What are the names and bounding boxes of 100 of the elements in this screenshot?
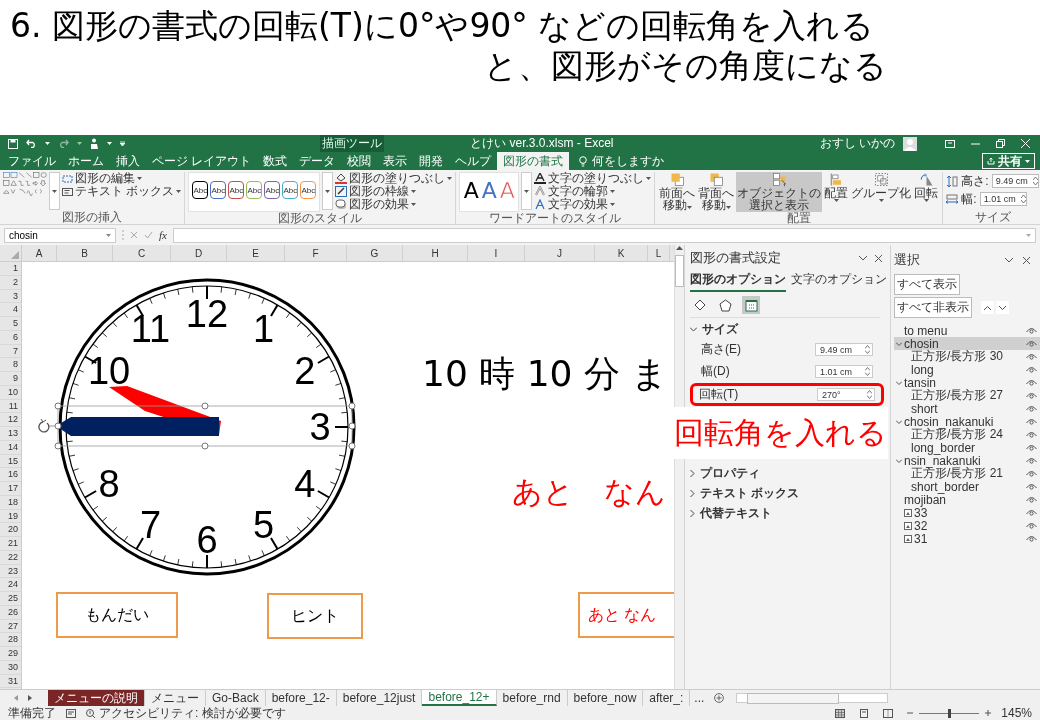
eye-icon[interactable] [1026,418,1037,425]
column-header[interactable]: E [227,245,285,261]
ribbon-command[interactable]: 図形の枠線 [335,185,453,198]
wordart-preset[interactable]: A [481,173,498,211]
normal-view-icon[interactable] [835,708,846,718]
lightbulb-icon[interactable] [579,155,588,167]
object-list-item[interactable]: chosin [894,337,1040,350]
macro-record-icon[interactable] [66,708,76,718]
eye-icon[interactable] [1026,509,1037,516]
check-icon[interactable] [144,231,153,239]
spinner-icon[interactable] [867,390,872,399]
touch-mode-icon[interactable] [90,138,99,149]
ribbon-tab[interactable]: ヘルプ [449,152,498,170]
row-header[interactable]: 1 [0,262,21,276]
ribbon-button[interactable]: グループ化 [850,172,913,212]
spinner-icon[interactable] [1020,194,1026,204]
row-header[interactable]: 23 [0,564,21,579]
column-header[interactable]: C [113,245,171,261]
accessibility-status[interactable]: アクセシビリティ: 検討が必要です [86,704,286,720]
row-header[interactable]: 15 [0,454,21,469]
question-button[interactable]: もんだい [56,592,178,638]
row-header[interactable]: 9 [0,372,21,386]
column-header[interactable]: G [347,245,403,261]
section-header[interactable]: プロパティ [690,465,890,482]
object-list-item[interactable]: mojiban [894,493,1040,506]
eye-icon[interactable] [1026,353,1037,360]
eye-icon[interactable] [1026,327,1037,334]
ribbon-tab[interactable]: データ [293,152,342,170]
restore-icon[interactable] [996,139,1005,148]
eye-icon[interactable] [1026,431,1037,438]
collapsed-chevron-icon[interactable] [690,510,695,517]
scrollbar-thumb[interactable] [675,255,684,287]
hint-button[interactable]: ヒント [267,593,363,639]
ribbon-display-icon[interactable] [945,139,955,148]
cancel-icon[interactable] [130,231,138,239]
page-break-icon[interactable] [883,708,894,718]
row-header[interactable]: 22 [0,550,21,565]
eye-icon[interactable] [1026,470,1037,477]
column-header[interactable]: H [403,245,468,261]
row-header[interactable]: 6 [0,330,21,345]
ribbon-button[interactable]: オブジェクトの 選択と表示 [736,172,823,212]
shape-style-preset[interactable]: Abc [246,181,263,199]
ribbon-tab[interactable]: 表示 [377,152,414,170]
spin-field[interactable]: 9.49 cm [815,343,873,356]
object-list-item[interactable]: 正方形/長方形 30 [894,350,1040,363]
object-list-item[interactable]: 32 [894,519,1040,532]
column-header[interactable]: I [468,245,525,261]
expanded-chevron-icon[interactable] [896,341,902,346]
eye-icon[interactable] [1026,522,1037,529]
ribbon-command[interactable]: 図形の効果 [335,198,453,211]
pane-options-icon[interactable] [1005,257,1013,263]
ribbon-tab[interactable]: 数式 [257,152,294,170]
expanded-chevron-icon[interactable] [690,327,697,332]
row-header[interactable]: 20 [0,523,21,537]
pane-button[interactable]: すべて表示 [894,274,960,295]
object-list-item[interactable]: short [894,402,1040,415]
shape-style-preset[interactable]: Abc [264,181,281,199]
object-list-item[interactable]: 33 [894,506,1040,519]
next-sheet-icon[interactable] [28,695,32,701]
eye-icon[interactable] [1026,340,1037,347]
spin-field[interactable]: 1.01 cm [815,365,873,378]
row-header[interactable]: 14 [0,440,21,455]
close-icon[interactable] [875,254,882,262]
object-list-item[interactable]: 正方形/長方形 24 [894,428,1040,441]
spinner-icon[interactable] [1032,176,1038,186]
object-list-item[interactable]: tansin [894,376,1040,389]
row-header[interactable]: 10 [0,385,21,400]
ribbon-command[interactable]: 文字の輪郭 [534,185,652,198]
ribbon-button[interactable]: 背面へ 移動 [697,172,736,212]
ribbon-button[interactable]: 前面へ 移動 [658,172,697,212]
pane-options-icon[interactable] [859,255,867,261]
collapsed-chevron-icon[interactable] [690,470,695,477]
row-header[interactable]: 11 [0,399,21,414]
ribbon-command[interactable]: 図形の塗りつぶし [335,172,453,185]
shape-style-preset[interactable]: Abc [228,181,245,199]
slider-thumb[interactable] [948,708,952,718]
expanded-chevron-icon[interactable] [896,458,902,463]
object-list-item[interactable]: 正方形/長方形 27 [894,389,1040,402]
pane-category-button[interactable] [742,296,760,314]
ribbon-tab[interactable]: ファイル [2,152,62,170]
ribbon-tab[interactable]: 挿入 [110,152,146,170]
column-header[interactable]: F [285,245,347,261]
undo-icon[interactable] [26,139,37,148]
move-down-button[interactable] [996,301,1009,314]
column-header[interactable]: A [22,245,57,261]
object-list-item[interactable]: 正方形/長方形 21 [894,467,1040,480]
sheet-tab[interactable]: before_12+ [422,690,497,706]
zoom-out-icon[interactable] [907,710,914,716]
shape-style-preset[interactable]: Abc [282,181,299,199]
previous-sheet-icon[interactable] [14,695,18,701]
zoom-in-icon[interactable] [985,710,992,716]
eye-icon[interactable] [1026,457,1037,464]
column-header[interactable]: B [57,245,113,261]
expanded-chevron-icon[interactable] [896,419,902,424]
section-header[interactable]: テキスト ボックス [690,485,890,502]
row-header[interactable]: 27 [0,619,21,634]
eye-icon[interactable] [1026,392,1037,399]
spinner-icon[interactable] [865,345,870,354]
eye-icon[interactable] [1026,379,1037,386]
column-header[interactable]: D [171,245,227,261]
